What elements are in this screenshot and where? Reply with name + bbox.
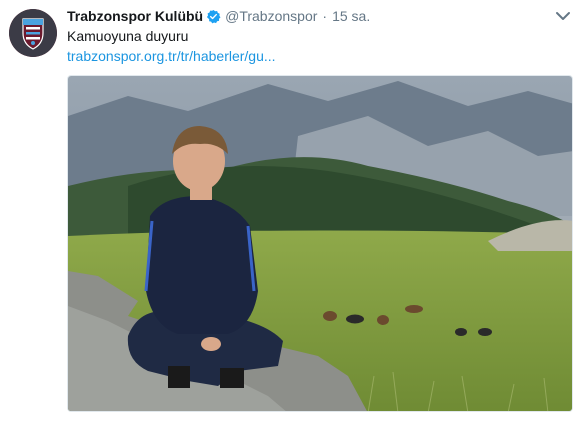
separator-dot: · <box>322 8 328 24</box>
tweet-card[interactable]: Trabzonspor Kulübü @Trabzonspor · 15 sa.… <box>0 0 582 422</box>
verified-badge-icon <box>206 9 221 24</box>
tweet-text: Kamuoyuna duyuru <box>67 28 189 44</box>
tweet-header: Trabzonspor Kulübü @Trabzonspor · 15 sa. <box>67 6 370 26</box>
tweet-media-photo[interactable] <box>67 75 573 412</box>
display-name[interactable]: Trabzonspor Kulübü <box>67 8 203 24</box>
chevron-down-icon[interactable] <box>555 9 571 21</box>
trabzonspor-crest-icon <box>9 9 57 57</box>
tweet-link[interactable]: trabzonspor.org.tr/tr/haberler/gu... <box>67 48 276 64</box>
avatar[interactable] <box>9 9 57 57</box>
tweet-timestamp[interactable]: 15 sa. <box>332 8 370 24</box>
landscape-photo <box>68 76 572 411</box>
user-handle[interactable]: @Trabzonspor <box>225 8 317 24</box>
